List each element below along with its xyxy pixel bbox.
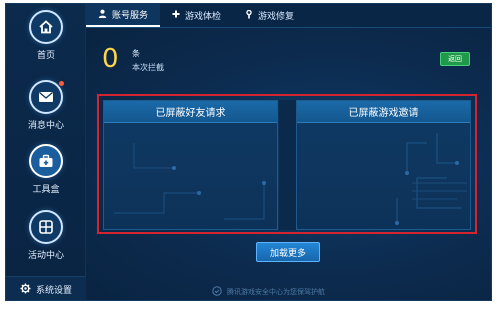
blocked-game-invites-panel: 已屏蔽游戏邀请 <box>296 100 471 230</box>
toolbox-icon <box>29 144 63 178</box>
sidebar-item-label: 工具盒 <box>32 185 60 195</box>
tab-game-checkup[interactable]: 游戏体检 <box>160 4 233 27</box>
sidebar: 首页 消息中心 工具盒 活动中心 系统设置 <box>6 4 86 300</box>
user-icon <box>98 9 107 21</box>
activity-icon <box>29 210 63 244</box>
home-icon <box>29 10 63 44</box>
panel-title: 已屏蔽游戏邀请 <box>297 101 470 123</box>
footer-text: 腾讯游戏安全中心为您保驾护航 <box>227 288 325 296</box>
load-more-button[interactable]: 加载更多 <box>256 242 320 262</box>
panel-divider <box>279 100 296 230</box>
sidebar-item-label: 消息中心 <box>27 121 64 131</box>
blocked-count: 0 <box>102 44 119 74</box>
count-caption: 本次拦截 <box>132 63 164 72</box>
tab-account-service[interactable]: 账号服务 <box>86 4 161 27</box>
tab-label: 游戏修复 <box>258 12 295 22</box>
tab-bar: 账号服务 游戏体检 游戏修复 <box>86 4 491 28</box>
panel-title: 已屏蔽好友请求 <box>104 101 277 123</box>
tab-label: 账号服务 <box>112 11 149 21</box>
back-button[interactable]: 返回 <box>440 52 470 66</box>
sidebar-item-activity[interactable]: 活动中心 <box>6 210 86 272</box>
plus-icon <box>172 10 180 21</box>
settings-label: 系统设置 <box>35 286 72 296</box>
mail-icon <box>29 80 64 114</box>
tab-label: 游戏体检 <box>185 12 222 22</box>
shield-icon <box>212 286 222 298</box>
sidebar-item-home[interactable]: 首页 <box>6 10 86 72</box>
repair-icon <box>245 9 253 22</box>
system-settings-button[interactable]: 系统设置 <box>6 276 86 300</box>
unread-dot <box>59 81 64 86</box>
sidebar-item-messages[interactable]: 消息中心 <box>6 80 86 142</box>
gear-icon <box>20 282 31 297</box>
main-content: 0 条 本次拦截 返回 已屏蔽好友请求 已屏蔽游戏邀请 加载更多 腾讯游戏安全中… <box>86 28 491 300</box>
sidebar-item-toolbox[interactable]: 工具盒 <box>6 144 86 206</box>
circuit-decoration <box>114 143 266 220</box>
blocked-friend-requests-panel: 已屏蔽好友请求 <box>103 100 278 230</box>
footer-note: 腾讯游戏安全中心为您保驾护航 <box>212 286 325 298</box>
tab-game-repair[interactable]: 游戏修复 <box>233 4 306 27</box>
blocked-panels-highlight: 已屏蔽好友请求 已屏蔽游戏邀请 <box>97 94 477 234</box>
sidebar-item-label: 首页 <box>36 51 55 61</box>
sidebar-item-label: 活动中心 <box>27 251 64 261</box>
app-window: 首页 消息中心 工具盒 活动中心 系统设置 账号服务 游戏体检 游戏修复 0 条… <box>5 3 492 301</box>
circuit-decoration <box>395 133 467 225</box>
count-unit: 条 <box>132 49 140 58</box>
